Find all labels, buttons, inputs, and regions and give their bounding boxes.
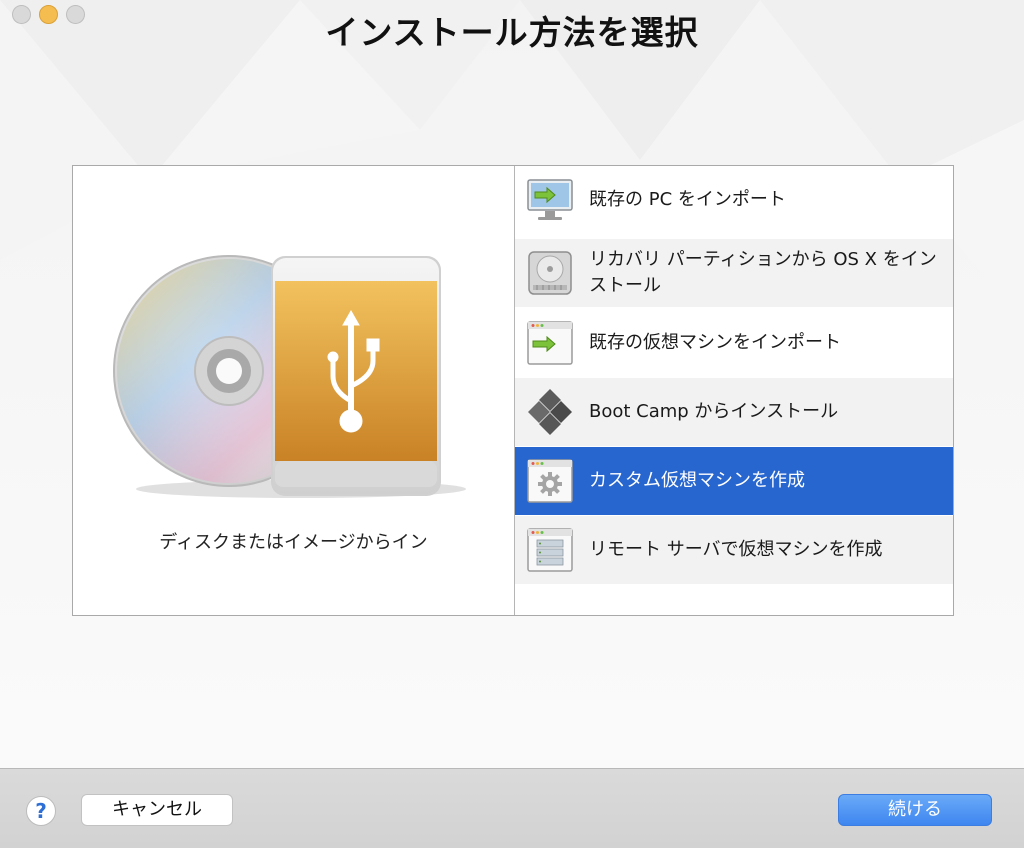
option-label: リモート サーバで仮想マシンを作成 xyxy=(589,539,883,560)
option-recovery-partition[interactable]: リカバリ パーティションから OS X をインストール xyxy=(515,239,953,307)
boot-camp-icon xyxy=(528,389,572,435)
vm-import-icon xyxy=(527,321,573,365)
monitor-import-icon xyxy=(527,179,573,220)
disc-or-image-label: ディスクまたはイメージからイン xyxy=(159,532,428,553)
option-import-pc[interactable]: 既存の PC をインポート xyxy=(515,166,953,234)
option-label: 既存の PC をインポート xyxy=(589,189,786,210)
disc-or-image-pane[interactable]: ディスクまたはイメージからイン xyxy=(73,166,514,615)
continue-button[interactable]: 続ける xyxy=(838,794,992,826)
option-custom-vm[interactable]: カスタム仮想マシンを作成 xyxy=(515,447,953,515)
server-window-icon xyxy=(527,528,573,572)
option-label: リカバリ パーティションから OS X をインストール xyxy=(589,249,937,296)
option-label: カスタム仮想マシンを作成 xyxy=(589,470,805,491)
install-options-list: 既存の PC をインポート リカバリ パーティションから OS X をインストー… xyxy=(515,166,953,615)
install-method-window: インストール方法を選択 ディスクまたはイメージからイン 既存の PC をインポー… xyxy=(0,0,1024,848)
option-import-vm[interactable]: 既存の仮想マシンをインポート xyxy=(515,309,953,377)
install-options-panel: ディスクまたはイメージからイン 既存の PC をインポート リカバリ パーティシ… xyxy=(72,165,954,616)
window-title: インストール方法を選択 xyxy=(325,13,699,52)
hard-drive-icon xyxy=(528,251,572,295)
disc-usb-icon xyxy=(113,255,466,498)
cancel-button[interactable]: キャンセル xyxy=(81,794,233,826)
option-boot-camp[interactable]: Boot Camp からインストール xyxy=(515,378,953,446)
help-button[interactable]: ? xyxy=(26,796,56,826)
option-label: 既存の仮想マシンをインポート xyxy=(589,332,841,353)
option-label: Boot Camp からインストール xyxy=(589,401,839,422)
gear-window-icon xyxy=(527,459,573,503)
option-remote-server-vm[interactable]: リモート サーバで仮想マシンを作成 xyxy=(515,516,953,584)
bottom-toolbar: ? キャンセル 続ける xyxy=(0,768,1024,848)
